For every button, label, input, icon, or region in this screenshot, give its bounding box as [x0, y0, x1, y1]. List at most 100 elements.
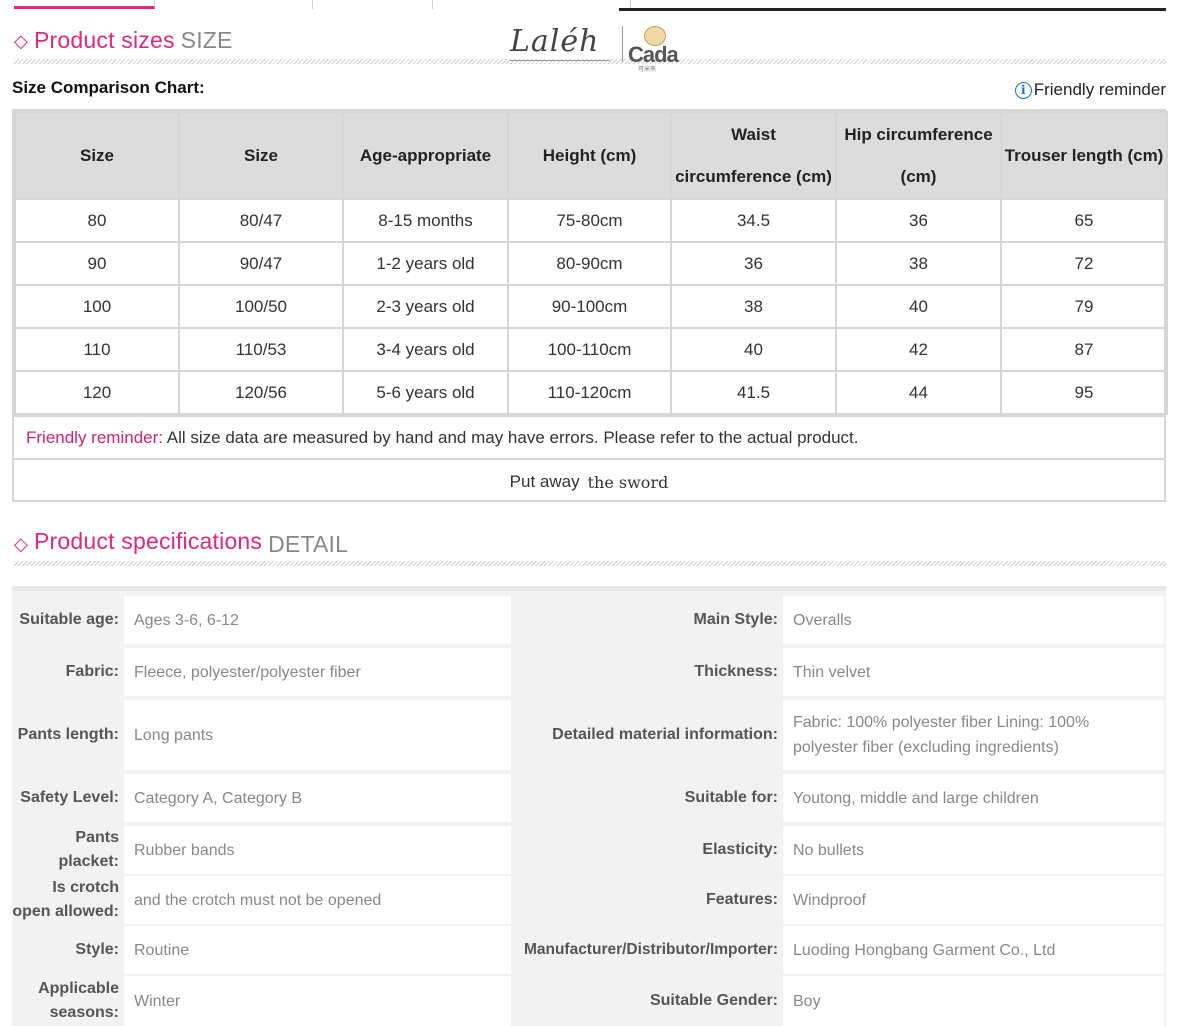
logo-script: Laléh	[510, 24, 600, 59]
section-title-en: DETAIL	[268, 531, 349, 557]
logo-brand-sub: 可米熊	[638, 67, 657, 73]
header-cell: Size	[14, 111, 180, 200]
header-cell: Hip circumference (cm)	[835, 111, 1002, 200]
table-cell: 120/56	[178, 370, 344, 415]
spec-value: Overalls	[783, 596, 1164, 644]
table-cell: 87	[1000, 327, 1168, 372]
table-cell: 38	[670, 284, 837, 329]
spec-label: Features:	[705, 891, 778, 908]
spec-row: Suitable age: Ages 3-6, 6-12 Main Style:…	[12, 596, 1166, 644]
diamond-icon: ◇	[14, 534, 28, 554]
table-cell: 100	[14, 284, 180, 329]
spec-label: Pants length:	[17, 726, 119, 743]
spec-label: Fabric:	[65, 663, 119, 680]
table-cell: 80-90cm	[507, 241, 672, 286]
tab[interactable]	[155, 0, 313, 9]
spec-row: Is crotch open allowed: and the crotch m…	[12, 876, 1166, 924]
put-away-serif-text: the sword	[587, 472, 669, 492]
spec-row: Fabric: Fleece, polyester/polyester fibe…	[12, 648, 1166, 696]
table-cell: 41.5	[670, 370, 837, 415]
table-cell: 75-80cm	[507, 198, 672, 243]
spec-row: Pants placket: Rubber bands Elasticity: …	[12, 826, 1166, 874]
section-title-en: SIZE	[180, 27, 233, 53]
table-cell: 80/47	[178, 198, 344, 243]
spec-row: Safety Level: Category A, Category B Sui…	[12, 774, 1166, 822]
table-cell: 8-15 months	[342, 198, 509, 243]
table-cell: 110/53	[178, 327, 344, 372]
spec-label: Thickness:	[694, 663, 778, 680]
spec-label: Safety Level:	[20, 789, 119, 806]
spec-value: Category A, Category B	[124, 774, 511, 822]
table-cell: 72	[1000, 241, 1168, 286]
spec-value: No bullets	[783, 826, 1164, 874]
spec-label: Detailed material information:	[552, 726, 778, 743]
spec-value: Fabric: 100% polyester fiber Lining: 100…	[783, 700, 1164, 770]
spec-row: Style: Routine Manufacturer/Distributor/…	[12, 926, 1166, 974]
spec-value: Fleece, polyester/polyester fiber	[124, 648, 511, 696]
table-cell: 100-110cm	[507, 327, 672, 372]
spec-label: Main Style:	[693, 611, 778, 628]
tab-active[interactable]	[14, 0, 155, 9]
table-cell: 44	[835, 370, 1002, 415]
section-title: Product specifications DETAIL	[34, 528, 349, 557]
spec-label: Style:	[75, 941, 119, 958]
spec-value: Windproof	[783, 876, 1164, 924]
spec-value: and the crotch must not be opened	[124, 876, 511, 924]
friendly-reminder-link[interactable]: i Friendly reminder	[1014, 80, 1166, 100]
section-title: Product sizes SIZE	[34, 27, 233, 53]
spec-value: Rubber bands	[124, 826, 511, 874]
table-cell: 110	[14, 327, 180, 372]
size-chart-label: Size Comparison Chart:	[12, 78, 205, 97]
spec-section-header: ◇ Product specifications DETAIL	[14, 526, 1166, 566]
brand-logo: Laléh Cada 可米熊	[510, 14, 690, 73]
spec-label: Suitable Gender:	[649, 992, 778, 1009]
spec-label: Is crotch open allowed:	[12, 879, 119, 920]
header-cell: Age-appropriate	[342, 111, 509, 200]
spec-grid: Suitable age: Ages 3-6, 6-12 Main Style:…	[12, 586, 1166, 1026]
dotted-divider	[14, 561, 1166, 566]
table-row: 90 90/47 1-2 years old 80-90cm 36 38 72	[14, 241, 1168, 286]
table-cell: 120	[14, 370, 180, 415]
spec-label: Applicable seasons:	[38, 980, 119, 1021]
tab[interactable]	[433, 0, 631, 9]
spec-value: Luoding Hongbang Garment Co., Ltd	[783, 926, 1164, 974]
table-cell: 36	[670, 241, 837, 286]
logo-divider	[622, 26, 623, 62]
table-cell: 95	[1000, 370, 1168, 415]
table-cell: 3-4 years old	[342, 327, 509, 372]
friendly-reminder-text: Friendly reminder	[1033, 80, 1166, 99]
table-cell: 90-100cm	[507, 284, 672, 329]
table-cell: 1-2 years old	[342, 241, 509, 286]
spec-value: Routine	[124, 926, 511, 974]
spec-value: Ages 3-6, 6-12	[124, 596, 511, 644]
spec-value: Boy	[783, 976, 1164, 1026]
table-row: 100 100/50 2-3 years old 90-100cm 38 40 …	[14, 284, 1168, 329]
put-away-row[interactable]: Put away the sword	[14, 458, 1164, 504]
spec-value: Youtong, middle and large children	[783, 774, 1164, 822]
table-cell: 90	[14, 241, 180, 286]
tab[interactable]	[313, 0, 433, 9]
size-table-header: Size Size Age-appropriate Height (cm) Wa…	[14, 111, 1168, 200]
table-cell: 34.5	[670, 198, 837, 243]
spec-label: Elasticity:	[702, 841, 778, 858]
info-icon: i	[1014, 81, 1032, 99]
header-cell: Waist circumference (cm)	[670, 111, 837, 200]
note-lead: Friendly reminder:	[26, 427, 163, 447]
header-cell: Height (cm)	[507, 111, 672, 200]
size-note-row: Friendly reminder: All size data are mea…	[14, 415, 1164, 458]
spec-value: Thin velvet	[783, 648, 1164, 696]
top-tab-strip	[14, 0, 1166, 12]
table-cell: 40	[670, 327, 837, 372]
put-away-text: Put away	[509, 472, 580, 491]
spec-label: Suitable age:	[19, 611, 119, 628]
table-cell: 38	[835, 241, 1002, 286]
spec-value: Winter	[124, 976, 511, 1026]
table-cell: 40	[835, 284, 1002, 329]
table-row: 110 110/53 3-4 years old 100-110cm 40 42…	[14, 327, 1168, 372]
table-cell: 79	[1000, 284, 1168, 329]
table-cell: 100/50	[178, 284, 344, 329]
table-cell: 5-6 years old	[342, 370, 509, 415]
table-cell: 80	[14, 198, 180, 243]
table-cell: 36	[835, 198, 1002, 243]
table-cell: 90/47	[178, 241, 344, 286]
